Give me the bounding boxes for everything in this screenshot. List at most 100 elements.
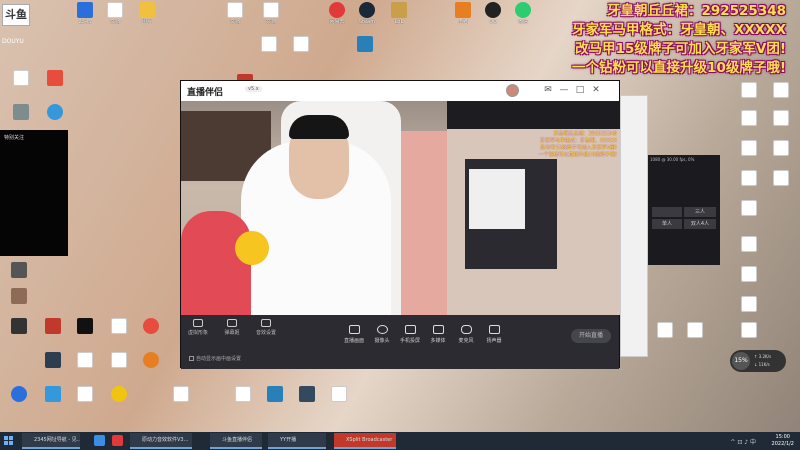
avatar[interactable]: [506, 84, 519, 97]
taskbar-app-audio[interactable]: 原动力音效软件V3...: [130, 433, 192, 449]
upload-speed: ↑ 3.2K/s: [754, 354, 772, 359]
system-tray[interactable]: ^ ⊡ ♪ 中: [730, 437, 756, 446]
taskbar-icon[interactable]: [112, 435, 123, 446]
speaker-icon: [488, 325, 500, 334]
side-settings-panel[interactable]: [620, 95, 648, 357]
desktop-icon[interactable]: [4, 262, 34, 278]
clock-date: 2022/1/2: [771, 441, 794, 447]
camera-button[interactable]: 摄像头: [367, 325, 397, 344]
desktop-icon[interactable]: [350, 36, 380, 52]
desktop-icon[interactable]: [286, 36, 316, 52]
scene-button[interactable]: [652, 207, 682, 217]
netease-music-icon[interactable]: 网易云: [322, 2, 352, 25]
sound-effect-tool[interactable]: 音效设置: [249, 319, 283, 336]
app-title: 直播伴侣: [187, 88, 224, 98]
desktop-icon[interactable]: [734, 236, 764, 252]
desktop-icon[interactable]: [734, 110, 764, 126]
app-titlebar[interactable]: 直播伴侣 v5.x ✉ — □ ✕: [181, 81, 619, 101]
desktop-icon[interactable]: [228, 386, 258, 402]
desktop-icon[interactable]: [734, 82, 764, 98]
clock-time: 15:00: [775, 434, 790, 440]
desktop-icon[interactable]: 2345: [70, 2, 100, 25]
scene-panel: 1080 @ 30.00 fps, 0% 三人 单人 双人4人: [648, 155, 720, 265]
bottom-toolbar: 虚拟形象 弹幕姬 音效设置 直播画面 摄像头 手机投屏 多媒体 麦克风 扬声器 …: [181, 315, 619, 369]
desktop-icon[interactable]: [4, 386, 34, 402]
desktop-icon[interactable]: [6, 104, 36, 120]
start-button[interactable]: [4, 436, 14, 446]
minimize-button[interactable]: —: [559, 85, 569, 95]
danmaku-tool[interactable]: 弹幕姬: [215, 319, 249, 336]
desktop-icon[interactable]: [136, 318, 166, 334]
desktop-icon[interactable]: [4, 318, 34, 334]
desktop-icon[interactable]: [260, 386, 290, 402]
desktop-icon[interactable]: [6, 70, 36, 86]
taskbar-app-browser[interactable]: 2345网址导航 - 见...: [22, 433, 80, 449]
desktop-icon[interactable]: [40, 104, 70, 120]
start-live-button[interactable]: 开始直播: [571, 329, 611, 343]
desktop-icon[interactable]: [766, 140, 796, 156]
desktop-icon[interactable]: [650, 322, 680, 338]
lol-icon[interactable]: LoL: [384, 2, 414, 25]
clock[interactable]: 15:00 2022/1/2: [772, 434, 794, 448]
desktop-icon[interactable]: 图片: [132, 2, 162, 25]
desktop-icon[interactable]: [70, 318, 100, 334]
phone-cast-button[interactable]: 手机投屏: [395, 325, 425, 344]
desktop-icon[interactable]: [292, 386, 322, 402]
screen-button[interactable]: 直播画面: [339, 325, 369, 344]
phone-icon: [404, 325, 416, 334]
scene-button-single[interactable]: 单人: [652, 219, 682, 229]
desktop-icon[interactable]: [70, 386, 100, 402]
taskbar: 2345网址导航 - 见... 原动力音效软件V3... 斗鱼直播伴侣 YY开播…: [0, 432, 800, 450]
media-button[interactable]: 多媒体: [423, 325, 453, 344]
close-button[interactable]: ✕: [591, 85, 601, 95]
stream-preview: 牙皇朝丘丘裙：292525348 牙家军马甲格式：牙皇朝、XXXXX 改马甲15…: [447, 101, 621, 315]
taskbar-app-yy[interactable]: YY开播: [268, 433, 326, 449]
desktop-icon[interactable]: [734, 170, 764, 186]
qq-icon[interactable]: QQ: [478, 2, 508, 25]
desktop-icon[interactable]: [166, 386, 196, 402]
desktop-icon[interactable]: [766, 82, 796, 98]
desktop-icon[interactable]: 文档: [220, 2, 250, 25]
scene-button-double[interactable]: 双人4人: [684, 219, 716, 229]
desktop-icon[interactable]: [734, 322, 764, 338]
overlay-line-2: 牙家军马甲格式：牙皇朝、XXXXX: [571, 22, 786, 38]
screen-icon: [348, 325, 360, 334]
desktop-icon[interactable]: [104, 318, 134, 334]
gift-icon[interactable]: ✉: [543, 85, 553, 95]
maximize-button[interactable]: □: [575, 85, 585, 95]
desktop-icon[interactable]: [70, 352, 100, 368]
taskbar-app-companion[interactable]: 斗鱼直播伴侣: [210, 433, 262, 449]
desktop-icon[interactable]: 文档: [100, 2, 130, 25]
steam-icon[interactable]: Steam: [352, 2, 382, 25]
desktop-icon[interactable]: [38, 386, 68, 402]
taskbar-app-xsplit[interactable]: XSplit Broadcaster: [334, 433, 396, 449]
pip-checkbox[interactable]: 自动显示画中画设置: [189, 355, 241, 362]
desktop-icon[interactable]: [254, 36, 284, 52]
speaker-button[interactable]: 扬声器: [479, 325, 509, 344]
desktop-icon[interactable]: [104, 386, 134, 402]
desktop-icon[interactable]: [734, 200, 764, 216]
preview-overlay-text: 牙皇朝丘丘裙：292525348 牙家军马甲格式：牙皇朝、XXXXX 改马甲15…: [538, 131, 617, 158]
desktop-icon[interactable]: [766, 170, 796, 186]
scene-button-three[interactable]: 三人: [684, 207, 716, 217]
desktop-icon[interactable]: [38, 318, 68, 334]
desktop-icon[interactable]: [4, 288, 34, 304]
desktop-icon[interactable]: [136, 352, 166, 368]
desktop-icon[interactable]: [734, 266, 764, 282]
desktop-icon[interactable]: [766, 110, 796, 126]
desktop-icon[interactable]: [324, 386, 354, 402]
desktop-icon[interactable]: [38, 352, 68, 368]
wechat-icon[interactable]: 微信: [508, 2, 538, 25]
desktop-icon[interactable]: [680, 322, 710, 338]
mic-icon: [460, 325, 472, 334]
scene-info: 1080 @ 30.00 fps, 0%: [650, 157, 695, 162]
taskbar-icon[interactable]: [94, 435, 105, 446]
desktop-icon[interactable]: [734, 140, 764, 156]
desktop-icon[interactable]: 文档: [256, 2, 286, 25]
game-icon[interactable]: 王者: [448, 2, 478, 25]
virtual-avatar-tool[interactable]: 虚拟形象: [181, 319, 215, 336]
desktop-icon[interactable]: [40, 70, 70, 86]
desktop-icon[interactable]: [104, 352, 134, 368]
mic-button[interactable]: 麦克风: [451, 325, 481, 344]
desktop-icon[interactable]: [734, 296, 764, 312]
